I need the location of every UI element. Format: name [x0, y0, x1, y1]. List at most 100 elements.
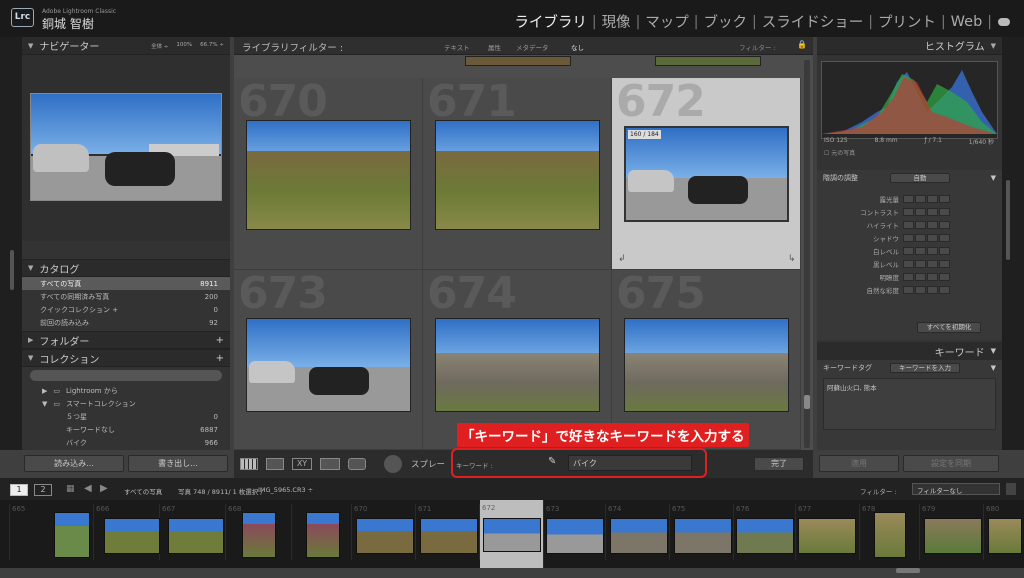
module-book[interactable]: ブック — [699, 11, 753, 32]
filmstrip-cell[interactable]: 673 — [544, 504, 606, 560]
filmstrip-cell-selected[interactable]: 672 — [480, 500, 544, 568]
collection-item[interactable]: キーワードなし 6887 — [22, 423, 230, 436]
module-library[interactable]: ライブラリ — [509, 11, 592, 32]
grid-cell[interactable]: 671 — [423, 76, 612, 270]
auto-tone-button[interactable]: 自動 — [890, 173, 950, 183]
step-button[interactable] — [915, 194, 926, 203]
filmstrip-thumbnail[interactable] — [988, 518, 1022, 554]
step-button[interactable] — [939, 207, 950, 216]
module-print[interactable]: プリント — [873, 11, 941, 32]
filmstrip-thumbnail[interactable] — [546, 518, 604, 554]
forward-arrow-icon[interactable]: ▶ — [100, 483, 108, 494]
photo-thumbnail[interactable] — [655, 56, 761, 66]
window-1-button[interactable]: 1 — [10, 484, 28, 496]
sync-metadata-button[interactable]: 適用 — [819, 455, 899, 472]
photo-thumbnail[interactable] — [246, 318, 411, 412]
filter-metadata[interactable]: メタデータ — [516, 42, 549, 52]
step-button[interactable] — [915, 246, 926, 255]
module-slideshow[interactable]: スライドショー — [757, 11, 869, 32]
filmstrip-scroll-thumb[interactable] — [896, 568, 920, 573]
step-button[interactable] — [903, 220, 914, 229]
window-2-button[interactable]: 2 — [34, 484, 52, 496]
zoom-fit[interactable]: 全体 ÷ — [151, 42, 168, 50]
sync-settings-button[interactable]: 設定を同期 — [903, 455, 999, 472]
photo-thumbnail[interactable] — [435, 318, 600, 412]
keyword-mode-select[interactable]: キーワードを入力 — [890, 363, 960, 373]
chevron-down-icon[interactable]: ▼ — [991, 364, 996, 372]
step-button[interactable] — [903, 272, 914, 281]
filmstrip-cell[interactable]: 667 — [160, 504, 226, 560]
folders-header[interactable]: ▶ フォルダー + — [22, 331, 230, 349]
filmstrip-cell[interactable]: 666 — [94, 504, 160, 560]
filmstrip-thumbnail[interactable] — [104, 518, 160, 554]
zoom-custom[interactable]: 66.7% ÷ — [200, 42, 224, 50]
grid-cell[interactable]: 673 — [234, 268, 423, 450]
collection-search-input[interactable] — [30, 370, 222, 381]
keyword-tags-field[interactable]: 阿蘇山火口, 熊本 — [823, 378, 996, 430]
navigator-preview[interactable] — [30, 93, 222, 201]
filter-lock-icon[interactable] — [1006, 483, 1016, 495]
filmstrip-thumbnail[interactable] — [674, 518, 732, 554]
add-folder-icon[interactable]: + — [216, 335, 224, 346]
catalog-item-all-photos[interactable]: すべての写真 8911 — [22, 277, 230, 290]
histogram-header[interactable]: ヒストグラム ▼ — [817, 37, 1002, 55]
step-button[interactable] — [903, 246, 914, 255]
filmstrip-cell[interactable]: 679 — [920, 504, 984, 560]
module-web[interactable]: Web — [946, 14, 988, 30]
compare-view-icon[interactable]: XY — [292, 458, 312, 470]
step-button[interactable] — [939, 233, 950, 242]
step-button[interactable] — [915, 285, 926, 294]
filmstrip-cell[interactable] — [292, 504, 352, 560]
filter-attribute[interactable]: 属性 — [488, 42, 501, 52]
step-button[interactable] — [903, 259, 914, 268]
filmstrip-thumbnail[interactable] — [798, 518, 856, 554]
filmstrip-thumbnail[interactable] — [924, 518, 982, 554]
filmstrip-cell[interactable]: 675 — [670, 504, 734, 560]
filmstrip-thumbnail[interactable] — [420, 518, 478, 554]
filter-text[interactable]: テキスト — [444, 42, 470, 52]
photo-thumbnail[interactable] — [624, 318, 789, 412]
filmstrip-thumbnail[interactable] — [483, 518, 541, 552]
filmstrip-cell[interactable]: 665 — [10, 504, 94, 560]
step-button[interactable] — [915, 259, 926, 268]
filmstrip-cell[interactable]: 674 — [606, 504, 670, 560]
collection-item[interactable]: ▼ ▭ スマートコレクション — [22, 397, 230, 410]
photo-thumbnail[interactable] — [246, 120, 411, 230]
step-button[interactable] — [939, 272, 950, 281]
grid-scroll-track[interactable] — [804, 60, 810, 448]
export-button[interactable]: 書き出し... — [128, 455, 228, 472]
collections-header[interactable]: ▼ コレクション + — [22, 349, 230, 367]
rotate-right-icon[interactable]: ↳ — [788, 254, 796, 264]
filmstrip-cell[interactable]: 677 — [796, 504, 860, 560]
filmstrip-thumbnail[interactable] — [356, 518, 414, 554]
filmstrip-cell[interactable]: 670 — [352, 504, 416, 560]
left-edge-handle[interactable] — [10, 250, 14, 290]
filmstrip-cell[interactable]: 668 — [226, 504, 292, 560]
collection-item[interactable]: ▶ ▭ Lightroom から — [22, 384, 230, 397]
step-button[interactable] — [927, 233, 938, 242]
filmstrip-filter-select[interactable]: フィルターなし — [912, 483, 1000, 495]
filmstrip-thumbnail[interactable] — [610, 518, 668, 554]
loupe-view-icon[interactable] — [266, 458, 284, 470]
filmstrip-thumbnail[interactable] — [874, 512, 906, 558]
reset-all-button[interactable]: すべてを初期化 — [917, 322, 981, 333]
filmstrip-thumbnail[interactable] — [736, 518, 794, 554]
filmstrip-thumbnail[interactable] — [242, 512, 276, 558]
step-button[interactable] — [939, 285, 950, 294]
collection-item[interactable]: バイク 966 — [22, 436, 230, 449]
rotate-left-icon[interactable]: ↲ — [618, 254, 626, 264]
step-button[interactable] — [915, 220, 926, 229]
step-button[interactable] — [927, 272, 938, 281]
filmstrip-thumbnail[interactable] — [54, 512, 90, 558]
original-photo-checkbox[interactable]: ☐ 元の写真 — [824, 148, 855, 157]
module-map[interactable]: マップ — [640, 11, 694, 32]
filmstrip-cell[interactable]: 676 — [734, 504, 796, 560]
import-button[interactable]: 読み込み... — [24, 455, 124, 472]
step-button[interactable] — [939, 194, 950, 203]
catalog-item-previous-import[interactable]: 前回の読み込み 92 — [22, 316, 230, 329]
back-arrow-icon[interactable]: ◀ — [84, 483, 92, 494]
photo-thumbnail[interactable] — [435, 120, 600, 230]
done-button[interactable]: 完了 — [754, 457, 804, 471]
step-button[interactable] — [939, 220, 950, 229]
step-button[interactable] — [903, 194, 914, 203]
